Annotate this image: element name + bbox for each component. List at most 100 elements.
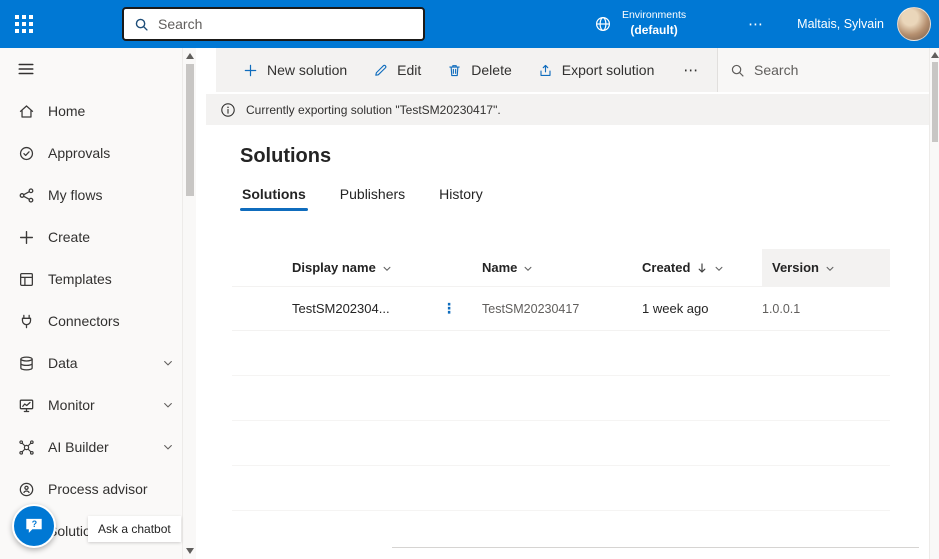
- environment-switcher[interactable]: Environments (default): [580, 0, 700, 48]
- solutions-table: Display name Name Created Version: [232, 249, 890, 511]
- data-icon: [17, 354, 35, 372]
- my-flows-icon: [17, 186, 35, 204]
- sidebar-item-approvals[interactable]: Approvals: [0, 132, 196, 174]
- tab-history[interactable]: History: [437, 186, 485, 211]
- table-row[interactable]: TestSM202304... ⋮ TestSM20230417 1 week …: [232, 287, 890, 331]
- home-icon: [17, 102, 35, 120]
- sort-down-icon: [696, 262, 708, 274]
- user-avatar[interactable]: [897, 7, 931, 41]
- svg-text:?: ?: [32, 519, 37, 529]
- chevron-down-icon: [825, 264, 835, 274]
- sidebar-item-home[interactable]: Home: [0, 90, 196, 132]
- approvals-icon: [17, 144, 35, 162]
- chat-icon: ?: [23, 515, 45, 537]
- chatbot-fab[interactable]: ?: [12, 504, 56, 548]
- nav-collapse-button[interactable]: [0, 48, 196, 90]
- ask-chatbot-button[interactable]: Ask a chatbot: [88, 516, 181, 542]
- sidebar-item-label: Templates: [48, 271, 112, 287]
- monitor-icon: [17, 396, 35, 414]
- global-search-box[interactable]: [122, 7, 425, 41]
- row-context-menu-button[interactable]: ⋮: [442, 300, 456, 317]
- search-icon: [134, 17, 149, 32]
- tab-solutions[interactable]: Solutions: [240, 186, 308, 211]
- sidebar-item-label: Monitor: [48, 397, 95, 413]
- scroll-up-arrow-icon[interactable]: [931, 52, 939, 58]
- ai-builder-icon: [17, 438, 35, 456]
- sidebar-item-create[interactable]: Create: [0, 216, 196, 258]
- chevron-down-icon: [162, 441, 174, 453]
- column-header-created[interactable]: Created: [642, 249, 762, 286]
- chevron-down-icon: [714, 264, 724, 274]
- pencil-icon: [373, 63, 388, 78]
- left-nav: Home Approvals My flows Create Templates…: [0, 48, 196, 559]
- main-panel: New solution Edit Delete Export solution…: [196, 48, 929, 559]
- sidebar-item-my-flows[interactable]: My flows: [0, 174, 196, 216]
- sidebar-scrollbar[interactable]: [182, 48, 196, 559]
- column-header-display-name[interactable]: Display name: [292, 249, 482, 286]
- environments-label: Environments: [622, 9, 686, 23]
- empty-table-row: [232, 331, 890, 376]
- hamburger-icon: [17, 60, 35, 78]
- page-scrollbar[interactable]: [929, 48, 939, 559]
- page-title: Solutions: [240, 145, 929, 168]
- waffle-icon: [15, 15, 33, 33]
- cell-name: TestSM20230417: [482, 302, 642, 316]
- process-advisor-icon: [17, 480, 35, 498]
- cell-version: 1.0.0.1: [762, 302, 890, 316]
- tab-publishers[interactable]: Publishers: [338, 186, 407, 211]
- column-header-label: Created: [642, 260, 690, 275]
- column-header-version[interactable]: Version: [762, 249, 890, 286]
- cell-created: 1 week ago: [642, 301, 762, 316]
- sidebar-item-ai-builder[interactable]: AI Builder: [0, 426, 196, 468]
- solutions-search-box[interactable]: [717, 48, 929, 92]
- sidebar-item-label: AI Builder: [48, 439, 109, 455]
- environment-text: Environments (default): [622, 9, 686, 38]
- environment-name: (default): [630, 23, 677, 39]
- global-search-input[interactable]: [158, 16, 413, 32]
- app-launcher-button[interactable]: [0, 0, 48, 48]
- search-icon: [730, 63, 745, 78]
- column-header-label: Display name: [292, 260, 376, 275]
- sidebar-item-label: Connectors: [48, 313, 120, 329]
- command-bar-more-button[interactable]: ⋯: [667, 48, 716, 92]
- page-scrollbar-thumb[interactable]: [932, 62, 938, 142]
- chevron-down-icon: [523, 264, 533, 274]
- scroll-up-arrow-icon[interactable]: [186, 53, 194, 59]
- edit-label: Edit: [397, 62, 421, 78]
- solutions-content: Solutions Solutions Publishers History D…: [196, 125, 929, 511]
- topbar-more-button[interactable]: ⋯: [738, 15, 775, 33]
- user-name[interactable]: Maltais, Sylvain: [797, 17, 884, 31]
- solutions-search-input[interactable]: [754, 62, 917, 78]
- sidebar-scrollbar-thumb[interactable]: [186, 64, 194, 196]
- new-solution-button[interactable]: New solution: [230, 48, 360, 92]
- delete-button[interactable]: Delete: [434, 48, 524, 92]
- empty-table-row: [232, 466, 890, 511]
- sidebar-item-label: Home: [48, 103, 85, 119]
- sidebar-item-connectors[interactable]: Connectors: [0, 300, 196, 342]
- chevron-down-icon: [382, 264, 392, 274]
- edit-button[interactable]: Edit: [360, 48, 434, 92]
- command-bar: New solution Edit Delete Export solution…: [216, 48, 929, 92]
- plus-icon: [17, 228, 35, 246]
- column-header-name[interactable]: Name: [482, 249, 642, 286]
- scroll-down-arrow-icon[interactable]: [186, 548, 194, 554]
- environments-icon: [594, 15, 612, 33]
- trash-icon: [447, 63, 462, 78]
- delete-label: Delete: [471, 62, 511, 78]
- sidebar-item-label: My flows: [48, 187, 102, 203]
- info-icon: [220, 102, 236, 118]
- sidebar-item-data[interactable]: Data: [0, 342, 196, 384]
- horizontal-scrollbar-track[interactable]: [392, 547, 919, 559]
- solution-display-name[interactable]: TestSM202304...: [292, 301, 390, 316]
- topbar-right-group: Environments (default) ⋯ Maltais, Sylvai…: [580, 0, 939, 48]
- sidebar-item-templates[interactable]: Templates: [0, 258, 196, 300]
- column-header-label: Version: [772, 260, 819, 275]
- connectors-icon: [17, 312, 35, 330]
- empty-table-row: [232, 376, 890, 421]
- export-solution-button[interactable]: Export solution: [525, 48, 668, 92]
- chevron-down-icon: [162, 357, 174, 369]
- info-message-bar: Currently exporting solution "TestSM2023…: [206, 94, 929, 125]
- export-solution-label: Export solution: [562, 62, 655, 78]
- table-header-row: Display name Name Created Version: [232, 249, 890, 287]
- sidebar-item-monitor[interactable]: Monitor: [0, 384, 196, 426]
